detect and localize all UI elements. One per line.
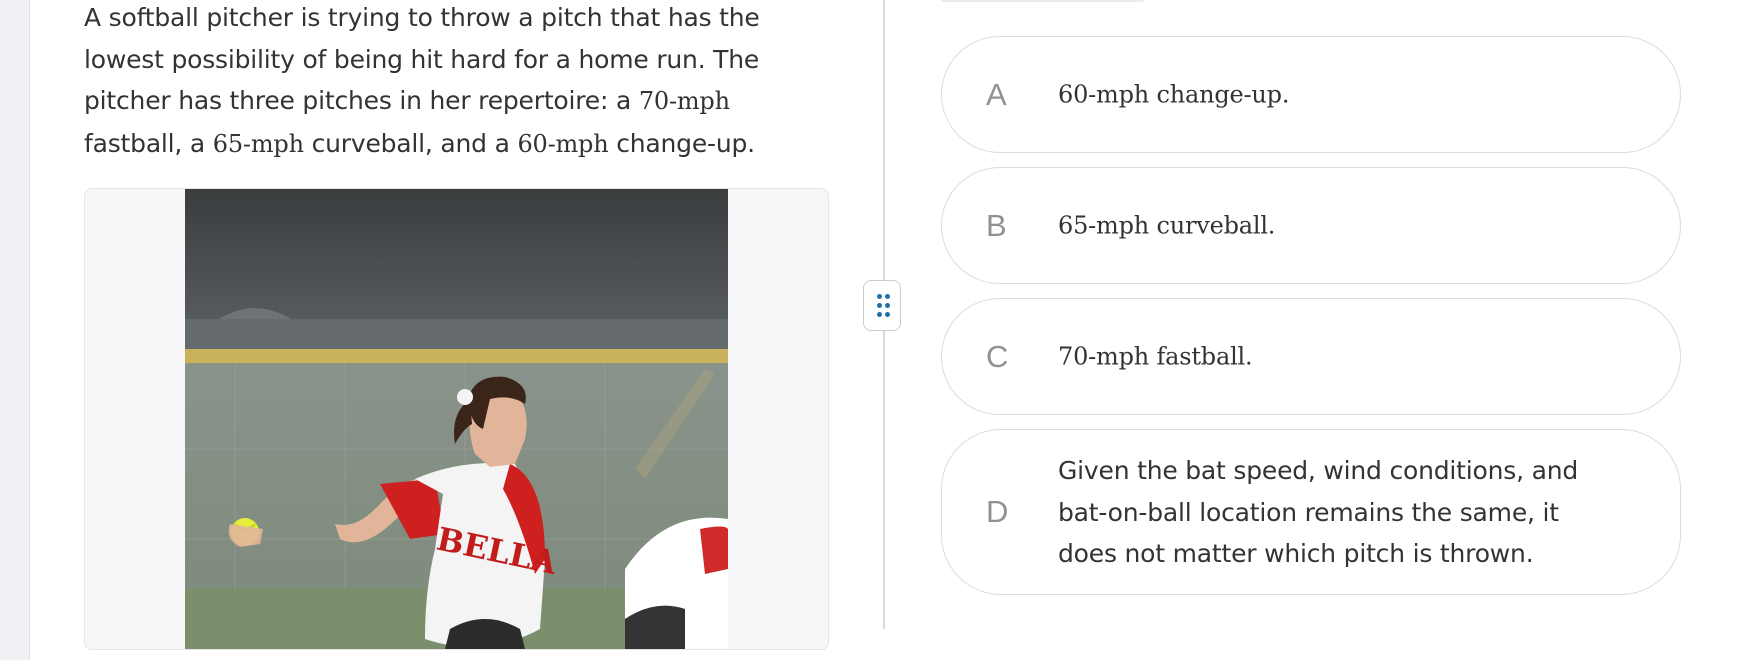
choice-letter: A <box>986 76 1007 112</box>
softball-pitcher-photo: BELLA <box>185 189 728 649</box>
question-image-frame: BELLA <box>84 188 829 650</box>
choice-a[interactable]: A 60-mph change-up. <box>941 36 1681 153</box>
choice-d[interactable]: D Given the bat speed, wind conditions, … <box>941 429 1681 595</box>
choice-label: 65-mph curveball. <box>1058 210 1276 239</box>
speed-value: 70-mph <box>638 87 730 115</box>
pane-resize-handle[interactable] <box>863 280 901 331</box>
choice-label: 60-mph change-up. <box>1058 79 1290 108</box>
question-stem: A softball pitcher is trying to throw a … <box>84 0 829 165</box>
speed-value: 65-mph <box>212 129 304 158</box>
choice-b[interactable]: B 65-mph curveball. <box>941 167 1681 284</box>
choice-letter: B <box>986 207 1007 243</box>
scroll-hint <box>940 0 1145 2</box>
question-text-part: curveball, and a <box>303 128 518 158</box>
question-text-part: change-up. <box>608 128 755 158</box>
choice-label: 70-mph fastball. <box>1058 341 1253 370</box>
choice-letter: C <box>986 338 1009 374</box>
choice-letter: D <box>986 494 1009 529</box>
question-text-part: fastball, a <box>84 128 213 158</box>
choice-c[interactable]: C 70-mph fastball. <box>941 298 1681 415</box>
choice-label: Given the bat speed, wind conditions, an… <box>1058 455 1579 568</box>
speed-value: 60-mph <box>517 129 609 158</box>
